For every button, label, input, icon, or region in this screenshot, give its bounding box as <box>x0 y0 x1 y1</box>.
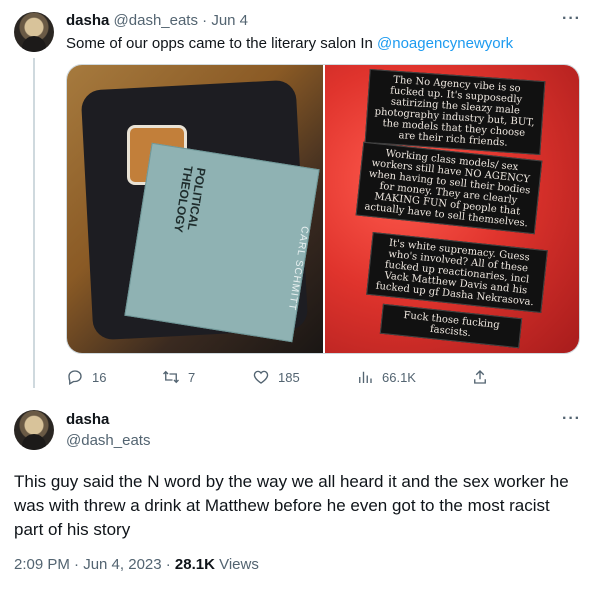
mention-link[interactable]: @noagencynewyork <box>377 35 513 52</box>
more-options-icon[interactable]: ··· <box>562 10 581 28</box>
like-count: 185 <box>278 369 300 385</box>
sign-panel: The No Agency vibe is so fucked up. It's… <box>364 68 546 156</box>
tweet-actions: 16 7 185 66.1K <box>66 368 486 388</box>
retweet-count: 7 <box>188 369 196 385</box>
share-button[interactable] <box>471 368 489 386</box>
tweet-text: Some of our opps came to the literary sa… <box>66 35 513 52</box>
book-title: POLITICAL THEOLOGY <box>171 164 209 234</box>
sign-panel: It's white supremacy. Guess who's involv… <box>366 231 548 314</box>
reply-count: 16 <box>92 369 107 385</box>
retweet-icon <box>163 370 179 384</box>
sign-panel: Fuck those fucking fascists. <box>379 303 523 349</box>
tweet-text: This guy said the N word by the way we a… <box>14 472 569 539</box>
media-grid: POLITICAL THEOLOGY CARL SCHMITT The No A… <box>66 64 580 354</box>
handle[interactable]: @dash_eats <box>114 12 198 29</box>
reply-icon <box>68 370 82 385</box>
like-button[interactable]: 185 <box>252 368 300 386</box>
photo-signs[interactable]: The No Agency vibe is so fucked up. It's… <box>325 65 579 353</box>
tweet-timestamp[interactable]: 2:09 PM · Jun 4, 2023 · <box>14 556 175 573</box>
tweet-meta: 2:09 PM · Jun 4, 2023 · 28.1K Views <box>14 556 259 573</box>
sign-panel: Working class models/ sex workers still … <box>355 141 543 235</box>
avatar[interactable] <box>14 12 54 52</box>
share-icon <box>474 370 486 384</box>
tweet-header: dasha @dash_eats · Jun 4 <box>66 12 248 29</box>
book-cover: POLITICAL THEOLOGY CARL SCHMITT <box>124 142 320 343</box>
views-label: Views <box>214 556 259 573</box>
separator: · <box>202 12 208 29</box>
handle[interactable]: @dash_eats <box>66 432 150 449</box>
retweet-button[interactable]: 7 <box>162 368 195 386</box>
display-name[interactable]: dasha <box>66 12 109 29</box>
photo-book-bag[interactable]: POLITICAL THEOLOGY CARL SCHMITT <box>67 65 323 353</box>
tweet-date[interactable]: Jun 4 <box>211 12 248 29</box>
analytics-icon <box>359 371 372 383</box>
avatar[interactable] <box>14 410 54 450</box>
more-options-icon[interactable]: ··· <box>562 410 581 428</box>
heart-icon <box>253 370 269 384</box>
tweet-text-body: Some of our opps came to the literary sa… <box>66 35 377 52</box>
display-name[interactable]: dasha <box>66 411 109 428</box>
reply-button[interactable]: 16 <box>66 368 106 386</box>
views-button[interactable]: 66.1K <box>356 368 416 386</box>
view-count: 28.1K <box>174 556 215 573</box>
view-count: 66.1K <box>382 369 416 385</box>
thread-line <box>33 58 35 388</box>
